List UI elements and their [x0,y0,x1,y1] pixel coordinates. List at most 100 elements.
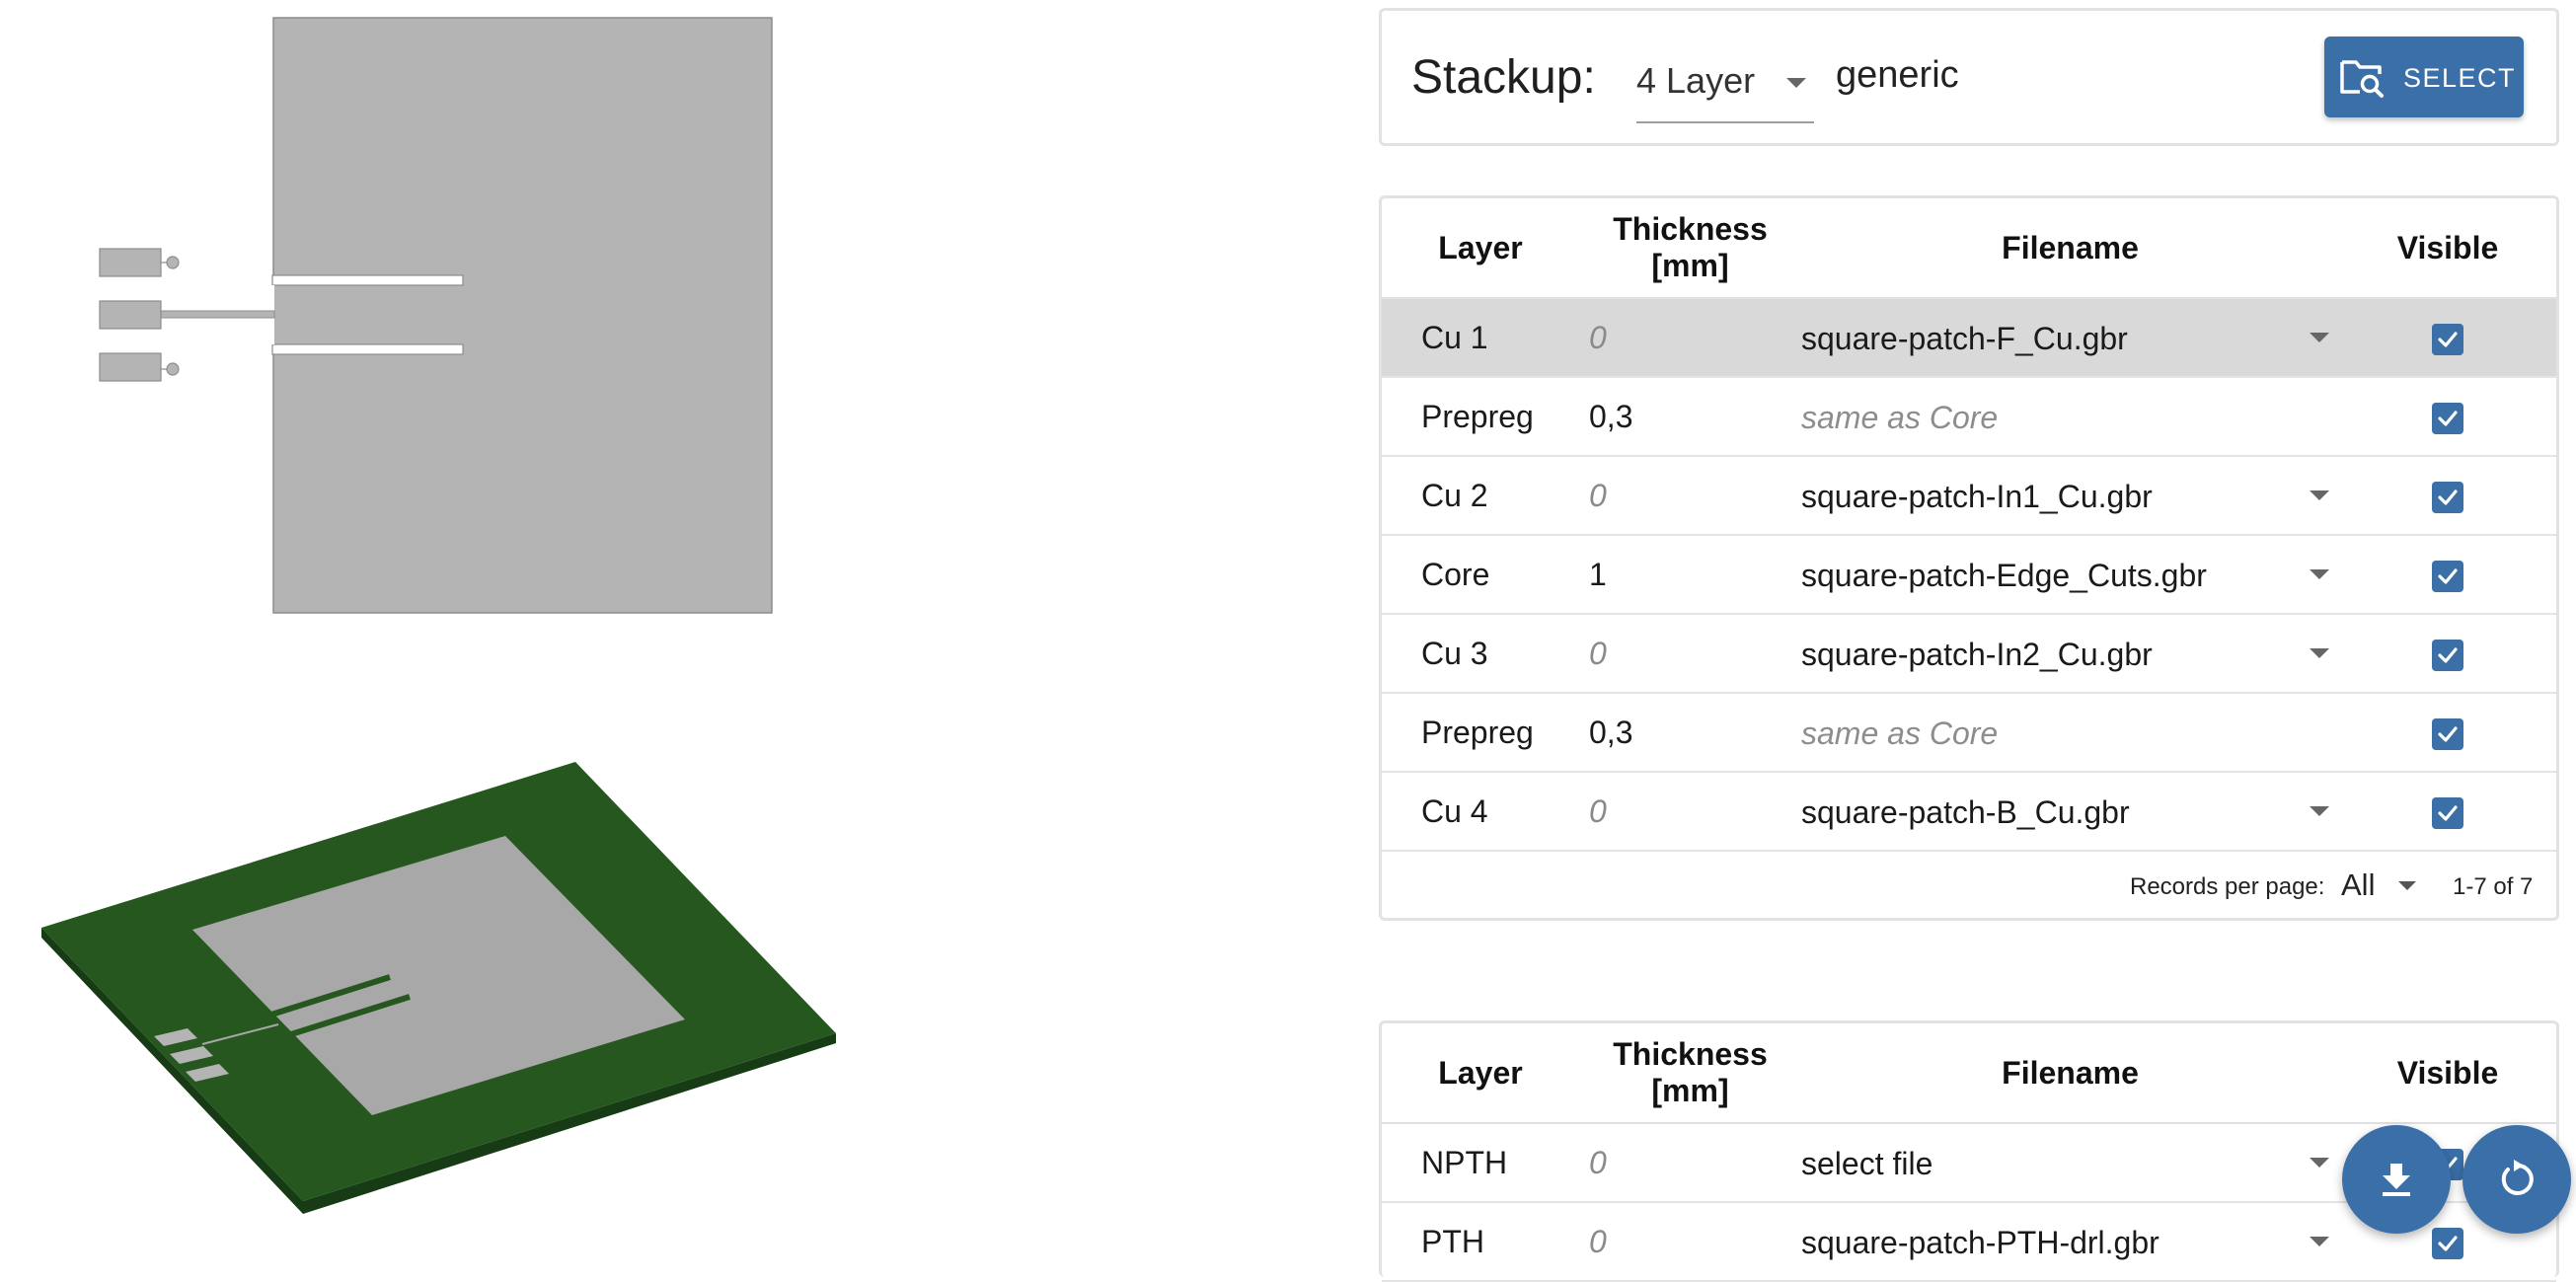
checkbox-checked-icon [2438,647,2458,663]
reset-button[interactable] [2462,1125,2571,1234]
table-header: Layer Thickness [mm] Filename Visible [1382,1023,2556,1124]
visible-cell [2339,772,2556,852]
filename-select[interactable]: square-patch-F_Cu.gbr [1801,298,2339,378]
col-thickness[interactable]: Thickness [mm] [1579,1023,1801,1124]
select-stackup-button[interactable]: SELECT [2324,37,2524,117]
filename-select[interactable]: square-patch-Edge_Cuts.gbr [1801,535,2339,615]
col-filename[interactable]: Filename [1801,1023,2339,1124]
col-filename[interactable]: Filename [1801,198,2339,299]
chevron-down-icon[interactable] [2310,648,2329,658]
filename-select[interactable]: same as Core [1801,377,2339,457]
thickness-input[interactable]: 0,3 [1579,377,1801,457]
visible-checkbox[interactable] [2432,482,2463,514]
visible-checkbox[interactable] [2432,797,2463,830]
filename-select[interactable]: select file [1801,1123,2339,1203]
filename-select[interactable]: square-patch-B_Cu.gbr [1801,772,2339,852]
chevron-down-icon[interactable] [2310,1158,2329,1168]
chevron-down-icon[interactable] [2310,333,2329,342]
filename-value: square-patch-B_Cu.gbr [1801,794,2130,830]
table-header: Layer Thickness [mm] Filename Visible [1382,198,2556,299]
col-visible[interactable]: Visible [2339,1023,2556,1124]
visible-checkbox[interactable] [2432,561,2463,593]
visible-checkbox[interactable] [2432,718,2463,751]
download-icon [2383,1164,2410,1196]
layer-name: Cu 2 [1382,456,1579,536]
table-row[interactable]: Cu 1 0 square-patch-F_Cu.gbr [1382,298,2556,378]
layer-count-select[interactable]: 4 Layer [1636,50,1814,123]
stackup-name: generic [1836,54,1959,96]
checkbox-checked-icon [2438,568,2458,584]
via-bottom [166,362,180,376]
records-per-page-label: Records per page: [2130,873,2325,900]
visible-checkbox[interactable] [2432,324,2463,356]
visible-checkbox[interactable] [2432,403,2463,435]
table-row[interactable]: Cu 3 0 square-patch-In2_Cu.gbr [1382,614,2556,694]
reset-icon [2501,1160,2534,1195]
thickness-input[interactable]: 0 [1579,298,1801,378]
records-per-page-select[interactable]: All [2341,867,2375,903]
thickness-input[interactable]: 0 [1579,1123,1801,1203]
visible-cell [2339,535,2556,615]
pcb-top-view [99,17,773,614]
filename-value: same as Core [1801,716,1999,751]
thickness-input[interactable]: 0 [1579,614,1801,694]
layer-name: Cu 4 [1382,772,1579,852]
chevron-down-icon[interactable] [2310,490,2329,500]
thickness-input[interactable]: 1 [1579,535,1801,615]
checkbox-checked-icon [2438,805,2458,821]
visible-cell [2339,614,2556,694]
checkbox-checked-icon [2438,332,2458,347]
layer-name: Prepreg [1382,377,1579,457]
table-row[interactable]: Cu 4 0 square-patch-B_Cu.gbr [1382,772,2556,852]
chevron-down-icon[interactable] [2310,569,2329,579]
checkbox-checked-icon [2438,490,2458,505]
filename-select[interactable]: square-patch-In2_Cu.gbr [1801,614,2339,694]
filename-value: select file [1801,1146,1933,1181]
col-layer[interactable]: Layer [1382,1023,1579,1124]
filename-value: square-patch-F_Cu.gbr [1801,321,2128,356]
thickness-input[interactable]: 0,3 [1579,693,1801,773]
pcb-3d-view[interactable] [20,740,859,1214]
table-row[interactable]: Core 1 square-patch-Edge_Cuts.gbr [1382,535,2556,615]
checkbox-checked-icon [2438,1236,2458,1251]
visible-checkbox[interactable] [2432,1228,2463,1260]
filename-value: square-patch-In2_Cu.gbr [1801,637,2153,672]
thickness-input[interactable]: 0 [1579,772,1801,852]
patch-copper [272,17,773,614]
inset-slot-bottom [271,343,464,355]
chevron-down-icon[interactable] [2310,806,2329,816]
visible-cell [2339,377,2556,457]
table-row[interactable]: Prepreg 0,3 same as Core [1382,377,2556,457]
inset-slot-top [271,274,464,286]
chevron-down-icon[interactable] [2398,881,2416,890]
visible-cell [2339,456,2556,536]
table-footer: Records per page: All 1-7 of 7 [1382,852,2556,921]
layer-name: Prepreg [1382,693,1579,773]
col-layer[interactable]: Layer [1382,198,1579,299]
download-button[interactable] [2342,1125,2451,1234]
via-top [166,256,180,269]
layer-name: Cu 1 [1382,298,1579,378]
layers-body: Cu 1 0 square-patch-F_Cu.gbr Prepreg 0,3 same… [1382,298,2556,852]
filename-select[interactable]: square-patch-PTH-drl.gbr [1801,1202,2339,1282]
pagination-range: 1-7 of 7 [2453,873,2534,900]
layer-count-value: 4 Layer [1636,60,1756,101]
visible-checkbox[interactable] [2432,640,2463,672]
chevron-down-icon[interactable] [2310,1237,2329,1246]
table-row[interactable]: Cu 2 0 square-patch-In1_Cu.gbr [1382,456,2556,536]
layers-table: Layer Thickness [mm] Filename Visible Cu… [1382,198,2556,852]
thickness-input[interactable]: 0 [1579,1202,1801,1282]
thickness-input[interactable]: 0 [1579,456,1801,536]
layer-name: PTH [1382,1202,1579,1282]
layers-table-card: Layer Thickness [mm] Filename Visible Cu… [1379,195,2559,921]
table-row[interactable]: Prepreg 0,3 same as Core [1382,693,2556,773]
col-visible[interactable]: Visible [2339,198,2556,299]
pad-bottom [99,352,162,382]
layer-name: Cu 3 [1382,614,1579,694]
pad-middle [99,300,162,330]
checkbox-checked-icon [2438,726,2458,742]
filename-select[interactable]: same as Core [1801,693,2339,773]
col-thickness[interactable]: Thickness [mm] [1579,198,1801,299]
filename-select[interactable]: square-patch-In1_Cu.gbr [1801,456,2339,536]
layer-name: Core [1382,535,1579,615]
